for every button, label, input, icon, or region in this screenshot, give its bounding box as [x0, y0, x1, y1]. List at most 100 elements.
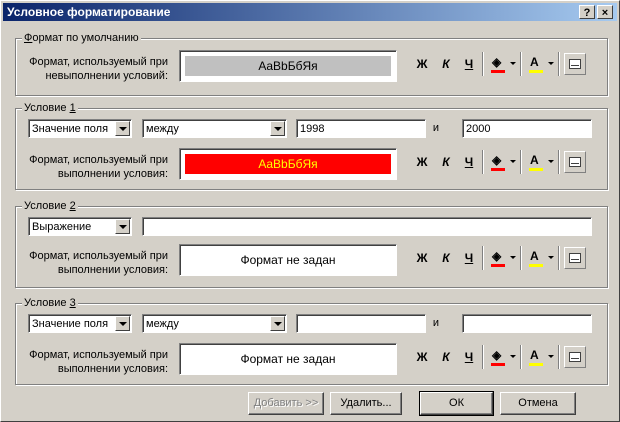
- toolbar-separator: [558, 345, 559, 369]
- add-button[interactable]: Добавить >>: [248, 392, 324, 415]
- borders-icon: [569, 59, 581, 69]
- paint-bucket-icon: ◈: [492, 153, 502, 167]
- condition-3-operator-select[interactable]: между: [142, 314, 287, 333]
- chevron-down-icon[interactable]: [115, 219, 130, 234]
- chevron-down-icon: [548, 62, 554, 65]
- toolbar-separator: [520, 345, 521, 369]
- condition-2-type-select[interactable]: Выражение: [28, 217, 132, 236]
- fill-color-button[interactable]: ◈: [488, 55, 518, 75]
- condition-2-group: Условие 2 Выражение Формат, используемый…: [15, 200, 608, 288]
- condition-3-value1-input[interactable]: [296, 314, 426, 333]
- borders-button[interactable]: [564, 151, 586, 173]
- condition-3-legend: Условие 3: [22, 297, 78, 309]
- condition-1-legend: Условие 1: [22, 102, 78, 114]
- conditional-formatting-dialog: Условное форматирование ? × Формат по ум…: [0, 0, 620, 422]
- chevron-down-icon: [548, 256, 554, 259]
- underline-button[interactable]: Ч: [461, 249, 477, 267]
- font-color-button[interactable]: A: [526, 348, 556, 368]
- font-color-icon: A: [530, 55, 539, 69]
- fill-color-swatch: [491, 363, 505, 366]
- font-color-swatch: [529, 70, 543, 73]
- condition-3-format-sample: Формат не задан: [240, 352, 336, 366]
- condition-1-format-label: Формат, используемый при выполнении усло…: [29, 154, 168, 180]
- condition-2-format-toolbar: Ж К Ч ◈ A: [414, 246, 604, 272]
- toolbar-separator: [558, 246, 559, 270]
- condition-3-format-preview: Формат не задан: [179, 343, 397, 375]
- chevron-down-icon[interactable]: [270, 316, 285, 331]
- delete-button[interactable]: Удалить...: [330, 392, 402, 415]
- toolbar-separator: [558, 52, 559, 76]
- condition-1-format-sample: AaBbБбЯя: [185, 154, 391, 174]
- chevron-down-icon[interactable]: [115, 121, 130, 136]
- italic-button[interactable]: К: [438, 249, 454, 267]
- chevron-down-icon: [510, 62, 516, 65]
- condition-2-format-preview: Формат не задан: [179, 244, 397, 276]
- condition-2-format-sample: Формат не задан: [240, 253, 336, 267]
- bold-button[interactable]: Ж: [414, 348, 430, 366]
- toolbar-separator: [520, 150, 521, 174]
- chevron-down-icon: [510, 355, 516, 358]
- bold-button[interactable]: Ж: [414, 153, 430, 171]
- condition-1-format-toolbar: Ж К Ч ◈ A: [414, 150, 604, 176]
- condition-1-value2-input[interactable]: 2000: [462, 119, 592, 138]
- font-color-swatch: [529, 168, 543, 171]
- default-format-legend: Формат по умолчанию: [22, 32, 141, 44]
- default-format-preview: AaBbБбЯя: [179, 50, 397, 82]
- chevron-down-icon[interactable]: [270, 121, 285, 136]
- chevron-down-icon: [548, 355, 554, 358]
- condition-1-value1-input[interactable]: 1998: [296, 119, 426, 138]
- condition-1-operator-select[interactable]: между: [142, 119, 287, 138]
- toolbar-separator: [482, 52, 483, 76]
- font-color-icon: A: [530, 249, 539, 263]
- fill-color-swatch: [491, 168, 505, 171]
- underline-button[interactable]: Ч: [461, 153, 477, 171]
- borders-button[interactable]: [564, 53, 586, 75]
- chevron-down-icon[interactable]: [115, 316, 130, 331]
- toolbar-separator: [482, 345, 483, 369]
- default-format-label: Формат, используемый при невыполнении ус…: [29, 56, 168, 82]
- help-button[interactable]: ?: [579, 5, 595, 19]
- italic-button[interactable]: К: [438, 153, 454, 171]
- toolbar-separator: [482, 150, 483, 174]
- fill-color-swatch: [491, 70, 505, 73]
- font-color-swatch: [529, 264, 543, 267]
- ok-button[interactable]: ОК: [419, 391, 494, 416]
- chevron-down-icon: [510, 160, 516, 163]
- condition-3-value2-input[interactable]: [462, 314, 592, 333]
- font-color-button[interactable]: A: [526, 55, 556, 75]
- condition-2-format-label: Формат, используемый при выполнении усло…: [29, 250, 168, 276]
- close-button[interactable]: ×: [597, 5, 613, 19]
- italic-button[interactable]: К: [438, 348, 454, 366]
- condition-2-legend: Условие 2: [22, 200, 78, 212]
- borders-icon: [569, 352, 581, 362]
- fill-color-button[interactable]: ◈: [488, 153, 518, 173]
- toolbar-separator: [558, 150, 559, 174]
- chevron-down-icon: [548, 160, 554, 163]
- chevron-down-icon: [510, 256, 516, 259]
- bold-button[interactable]: Ж: [414, 249, 430, 267]
- paint-bucket-icon: ◈: [492, 348, 502, 362]
- borders-button[interactable]: [564, 346, 586, 368]
- italic-button[interactable]: К: [438, 55, 454, 73]
- borders-button[interactable]: [564, 247, 586, 269]
- condition-3-group: Условие 3 Значение поля между и Формат, …: [15, 297, 608, 385]
- borders-icon: [569, 253, 581, 263]
- default-format-toolbar: Ж К Ч ◈ A: [414, 52, 604, 78]
- toolbar-separator: [520, 52, 521, 76]
- font-color-swatch: [529, 363, 543, 366]
- condition-2-formula-input[interactable]: [142, 217, 592, 236]
- font-color-button[interactable]: A: [526, 249, 556, 269]
- condition-3-type-select[interactable]: Значение поля: [28, 314, 132, 333]
- bold-button[interactable]: Ж: [414, 55, 430, 73]
- title-bar[interactable]: Условное форматирование ? ×: [3, 3, 617, 21]
- underline-button[interactable]: Ч: [461, 348, 477, 366]
- fill-color-button[interactable]: ◈: [488, 348, 518, 368]
- font-color-button[interactable]: A: [526, 153, 556, 173]
- condition-3-and-label: и: [432, 317, 440, 329]
- fill-color-button[interactable]: ◈: [488, 249, 518, 269]
- font-color-icon: A: [530, 348, 539, 362]
- default-format-sample: AaBbБбЯя: [185, 56, 391, 76]
- underline-button[interactable]: Ч: [461, 55, 477, 73]
- cancel-button[interactable]: Отмена: [500, 392, 576, 415]
- condition-1-type-select[interactable]: Значение поля: [28, 119, 132, 138]
